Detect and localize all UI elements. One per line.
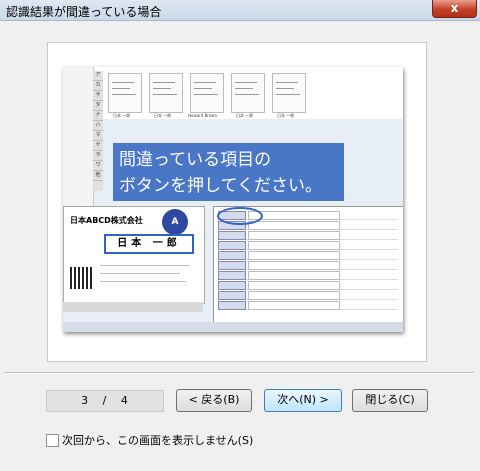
card-text-line [100,265,190,266]
illustration-thumbnail-bar: アカサタナハマヤラワ他 日本 一郎 日本 一郎 Howard Brown 日本 … [63,67,403,207]
back-button[interactable]: < 戻る(B) [176,389,252,412]
illustration-thumbnail [149,73,183,113]
illustration-thumbnail [272,73,306,113]
card-text-line [100,281,186,282]
close-button[interactable]: 閉じる(C) [352,389,428,412]
callout-line-1: 間違っている項目の [119,150,272,170]
page-indicator: 3 / 4 [46,390,164,412]
illustration-thumbnail-label: 日本 一郎 [113,113,131,118]
page-current: 3 [81,394,90,407]
card-qr-code [70,267,92,289]
page-separator: / [102,394,108,407]
illustration-thumbnail [108,73,142,113]
illustration-card-toolbar [63,302,203,312]
card-name-highlight: 日本 一郎 [104,234,194,254]
dont-show-again-label[interactable]: 次回から、この画面を表示しません(S) [62,432,253,448]
card-company: 日本ABCD株式会社 [70,216,143,225]
card-logo: A [162,209,188,235]
separator [4,372,474,374]
window-title: 認識結果が間違っている場合 [6,5,162,19]
illustration-thumbnail-label: Howard Brown [188,113,218,118]
illustration-highlight-circle [217,207,263,225]
page-total: 4 [120,394,129,407]
illustration-callout: 間違っている項目の ボタンを押してください。 [113,143,344,201]
illustration-sidebar [63,67,94,207]
window-close-button[interactable]: x [432,0,477,18]
illustration-status-bar [63,322,403,332]
next-button[interactable]: 次へ(N) > [264,389,342,412]
callout-line-2: ボタンを押してください。 [119,176,322,196]
illustration-thumbnail [231,73,265,113]
illustration-thumbnail [190,73,224,113]
illustration-screenshot: アカサタナハマヤラワ他 日本 一郎 日本 一郎 Howard Brown 日本 … [63,67,403,332]
dont-show-again-checkbox[interactable] [46,434,59,447]
illustration-thumbnail-label: 日本 一郎 [277,113,295,118]
illustration-index-tabs: アカサタナハマヤラワ他 [93,71,103,191]
title-bar: 認識結果が間違っている場合 x [0,0,480,21]
illustration-business-card: 日本ABCD株式会社 A 日本 一郎 [63,206,205,304]
card-text-line [100,273,180,274]
illustration-thumbnail-label: 日本 一郎 [236,113,254,118]
illustration-thumbnail-label: 日本 一郎 [154,113,172,118]
